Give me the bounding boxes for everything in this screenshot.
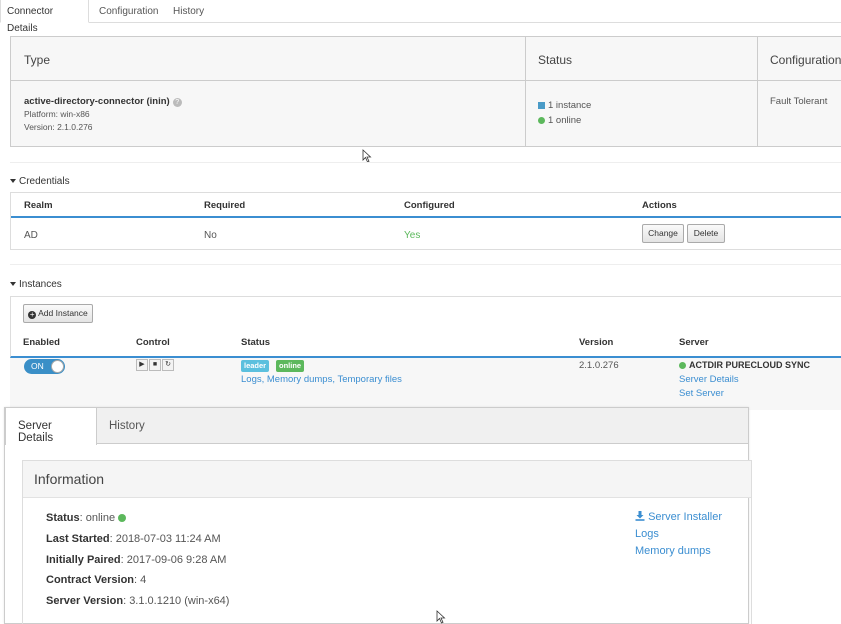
server-installer-link[interactable]: Server Installer [635, 511, 722, 523]
information-panel: Information Status: online Last Started:… [22, 460, 752, 624]
delete-button[interactable]: Delete [687, 224, 725, 243]
section-divider [10, 264, 841, 265]
online-dot-icon [118, 514, 127, 522]
help-icon[interactable]: ? [172, 98, 182, 107]
instances-table-header [10, 330, 841, 358]
instance-version: 2.1.0.276 [579, 360, 619, 371]
tab-configuration[interactable]: Configuration [93, 0, 164, 23]
online-badge: online [276, 360, 305, 372]
type-panel-header [11, 37, 841, 81]
enabled-toggle[interactable]: ON [24, 359, 65, 374]
tab-server-details[interactable]: Server Details [5, 408, 97, 445]
actions-header: Actions [642, 200, 677, 211]
connector-type-panel: Type Status Configuration active-directo… [10, 36, 841, 147]
caret-down-icon [10, 179, 16, 183]
connector-version: Version: 2.1.0.276 [24, 122, 93, 132]
last-started-row: Last Started: 2018-07-03 11:24 AM [46, 533, 221, 545]
caret-down-icon [10, 282, 16, 286]
instances-panel: + Add Instance [10, 296, 841, 330]
column-divider [757, 37, 758, 147]
set-server-link[interactable]: Set Server [679, 388, 724, 399]
leader-badge: leader [241, 360, 270, 372]
enabled-header: Enabled [23, 337, 60, 348]
instance-square-icon [538, 102, 545, 109]
overlay-tab-bar: Server Details History [5, 408, 748, 445]
server-details-link[interactable]: Server Details [679, 374, 739, 385]
instances-table: Enabled Control Status Version Server ON… [10, 330, 841, 410]
configuration-header: Configuration [770, 53, 841, 67]
tab-connector-details[interactable]: Connector Details [0, 0, 89, 34]
mouse-cursor-icon [436, 610, 446, 624]
plus-circle-icon: + [28, 310, 37, 319]
column-divider [525, 37, 526, 147]
top-tab-bar: Connector Details Configuration History [0, 0, 841, 34]
realm-value: AD [24, 230, 38, 241]
status-header: Status [241, 337, 271, 348]
play-icon[interactable]: ▶ [136, 359, 148, 371]
toggle-knob [51, 360, 64, 373]
version-header: Version [579, 337, 614, 348]
information-title: Information [34, 471, 105, 487]
configured-value: Yes [404, 230, 421, 241]
credentials-toggle[interactable]: Credentials [10, 176, 70, 187]
section-divider [10, 162, 841, 163]
server-version-row: Server Version: 3.1.0.1210 (win-x64) [46, 595, 230, 607]
connector-platform: Platform: win-x86 [24, 109, 90, 119]
configured-header: Configured [404, 200, 455, 211]
status-row: Status: online [46, 512, 129, 524]
tab-server-history[interactable]: History [97, 408, 157, 445]
add-instance-button[interactable]: + Add Instance [23, 304, 93, 323]
status-header: Status [538, 53, 573, 67]
control-header: Control [136, 337, 170, 348]
required-header: Required [204, 200, 246, 211]
information-header: Information [23, 461, 751, 498]
required-value: No [204, 230, 217, 241]
stop-icon[interactable]: ■ [149, 359, 161, 371]
server-details-overlay: Server Details History Information Statu… [4, 407, 752, 624]
logs-link[interactable]: Logs [635, 528, 659, 540]
realm-header: Realm [24, 200, 53, 211]
status-online: 1 online [538, 115, 581, 126]
restart-icon[interactable]: ↻ [162, 359, 174, 371]
initially-paired-row: Initially Paired: 2017-09-06 9:28 AM [46, 554, 227, 566]
tab-history[interactable]: History [167, 0, 210, 23]
type-header: Type [24, 53, 51, 67]
change-button[interactable]: Change [642, 224, 684, 243]
instance-links[interactable]: Logs, Memory dumps, Temporary files [241, 374, 402, 385]
memory-dumps-link[interactable]: Memory dumps [635, 545, 711, 557]
mouse-cursor-icon [362, 149, 372, 163]
connector-name: active-directory-connector (inin) [24, 96, 170, 107]
credentials-table: Realm Required Configured Actions AD No … [10, 192, 841, 250]
server-header: Server [679, 337, 709, 348]
online-dot-icon [538, 117, 545, 124]
online-dot-icon [679, 362, 686, 369]
status-instances: 1 instance [538, 100, 591, 111]
server-name: ACTDIR PURECLOUD SYNC [679, 360, 810, 370]
contract-version-row: Contract Version: 4 [46, 574, 147, 586]
instances-toggle[interactable]: Instances [10, 279, 62, 290]
configuration-value: Fault Tolerant [770, 96, 828, 107]
download-icon [635, 511, 645, 521]
